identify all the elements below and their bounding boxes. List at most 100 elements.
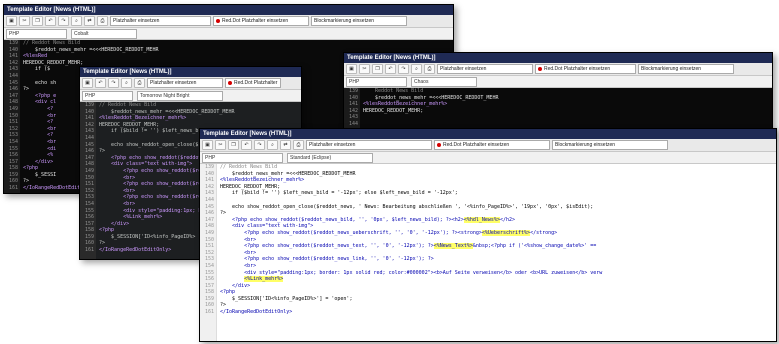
window-title: Template Editor [News (HTML)] <box>4 5 453 15</box>
line-number: 147 <box>204 216 214 223</box>
code-line: <div class="text with-img"> <box>220 223 314 230</box>
block-select[interactable]: Blockmarkierung einsetzen <box>638 64 734 74</box>
code-line: ?> <box>220 302 227 309</box>
cut-icon[interactable]: ✂ <box>359 64 370 74</box>
code-line: <%Link_mehr%> <box>220 276 776 283</box>
undo-icon[interactable]: ↶ <box>241 140 252 150</box>
placeholder-highlight: <%hdl_News%> <box>463 216 500 223</box>
line-number: 149 <box>84 167 94 174</box>
line-number: 141 <box>8 53 18 60</box>
save-icon[interactable]: ▣ <box>202 140 213 150</box>
search-icon[interactable]: ⌕ <box>411 64 422 74</box>
code-line: // Reddot News Bild <box>23 40 81 46</box>
line-number: 161 <box>8 185 18 192</box>
line-number: 141 <box>84 115 94 122</box>
placeholder-select[interactable]: Platzhalter einsetzen <box>306 140 432 150</box>
replace-icon[interactable]: ⇄ <box>280 140 291 150</box>
reddot-icon <box>437 143 441 147</box>
redo-icon[interactable]: ↷ <box>58 16 69 26</box>
line-number: 151 <box>84 181 94 188</box>
search-icon[interactable]: ⌕ <box>267 140 278 150</box>
line-number: 155 <box>8 145 18 152</box>
line-number: 148 <box>8 99 18 106</box>
placeholder-select[interactable]: Platzhalter einsetzen <box>147 78 223 88</box>
print-icon[interactable]: ⎙ <box>424 64 435 74</box>
code-editor[interactable]: 139 140 141 142 143 144 145 146 147 148 149 150 151 1… <box>200 164 776 341</box>
undo-icon[interactable]: ↶ <box>385 64 396 74</box>
undo-icon[interactable]: ↶ <box>95 78 106 88</box>
redo-icon[interactable]: ↷ <box>254 140 265 150</box>
line-number: 146 <box>84 148 94 155</box>
language-select[interactable]: PHP <box>346 76 407 87</box>
language-select[interactable]: PHP <box>6 28 67 39</box>
theme-select[interactable]: Cobalt <box>71 28 137 39</box>
reddot-icon <box>216 19 220 23</box>
theme-select[interactable]: Standard (Eclipse) <box>287 152 373 163</box>
reddot-placeholder-select[interactable]: Red.Dot Platzhalter einsetzen <box>213 16 309 26</box>
line-number: 161 <box>204 309 214 316</box>
copy-icon[interactable]: ❐ <box>228 140 239 150</box>
options-bar: PHP Standard (Eclipse) <box>200 152 776 164</box>
cut-icon[interactable]: ✂ <box>215 140 226 150</box>
line-number: 142 <box>84 121 94 128</box>
search-icon[interactable]: ⌕ <box>121 78 132 88</box>
reddot-placeholder-select[interactable]: Red.Dot Platzhalter einsetzen <box>434 140 550 150</box>
theme-label: Chaos <box>414 78 429 85</box>
save-icon[interactable]: ▣ <box>346 64 357 74</box>
line-number: 139 <box>348 88 358 94</box>
line-number: 143 <box>348 114 358 121</box>
line-number: 148 <box>204 223 214 230</box>
placeholder-highlight: <%Link_mehr%> <box>244 276 284 283</box>
language-select[interactable]: PHP <box>82 90 133 101</box>
code-line: $reddot_news_mehr =<<<HEREDOC_REDDOT_MEH… <box>363 94 499 101</box>
line-number: 150 <box>84 174 94 181</box>
reddot-placeholder-select[interactable]: Red.Dot Platzhalter <box>225 78 281 88</box>
undo-icon[interactable]: ↶ <box>45 16 56 26</box>
toolbar: ▣ ✂ ❐ ↶ ↷ ⌕ ⇄ ⎙ Platzhalter einsetzen Re… <box>200 139 776 152</box>
print-icon[interactable]: ⎙ <box>293 140 304 150</box>
save-icon[interactable]: ▣ <box>6 16 17 26</box>
replace-icon[interactable]: ⇄ <box>84 16 95 26</box>
options-bar: PHP Cobalt <box>4 28 453 40</box>
print-icon[interactable]: ⎙ <box>134 78 145 88</box>
print-icon[interactable]: ⎙ <box>97 16 108 26</box>
save-icon[interactable]: ▣ <box>82 78 93 88</box>
placeholder-select[interactable]: Platzhalter einsetzen <box>437 64 533 74</box>
copy-icon[interactable]: ❐ <box>372 64 383 74</box>
code-line: <?php echo show_reddot($reddot_news_text… <box>220 243 597 250</box>
line-number: 159 <box>8 171 18 178</box>
code-line: </div> <box>220 282 251 289</box>
copy-icon[interactable]: ❐ <box>32 16 43 26</box>
code-line: <br> <box>220 262 257 269</box>
language-label: PHP <box>205 154 216 161</box>
line-number: 146 <box>204 210 214 217</box>
code-line: </IoRangeRedDotEditOnly> <box>220 309 293 316</box>
line-number: 156 <box>8 152 18 159</box>
code-line: $reddot_news_mehr =<<<HEREDOC_REDDOT_MEH… <box>99 108 235 115</box>
search-icon[interactable]: ⌕ <box>71 16 82 26</box>
code-line: <br> <box>220 249 257 256</box>
redo-icon[interactable]: ↷ <box>398 64 409 74</box>
toolbar: ▣ ✂ ❐ ↶ ↷ ⌕ ⇄ ⎙ Platzhalter einsetzen Re… <box>4 15 453 28</box>
code-area[interactable]: // Reddot News Bild $reddot_news_mehr =<… <box>217 164 776 341</box>
language-select[interactable]: PHP <box>202 152 283 163</box>
code-line: $reddot_news_mehr =<<<HEREDOC_REDDOT_MEH… <box>220 170 356 177</box>
code-line: // Reddot News Bild <box>99 102 157 108</box>
theme-select[interactable]: Tomorrow Night Bright <box>137 90 223 101</box>
redo-icon[interactable]: ↷ <box>108 78 119 88</box>
line-number: 152 <box>8 125 18 132</box>
theme-select[interactable]: Chaos <box>411 76 477 87</box>
theme-label: Cobalt <box>74 30 89 37</box>
code-line: ?> <box>220 210 227 217</box>
block-select[interactable]: Blockmarkierung einsetzen <box>311 16 407 26</box>
cut-icon[interactable]: ✂ <box>19 16 30 26</box>
line-number: 139 <box>84 102 94 108</box>
line-number: 143 <box>84 128 94 135</box>
line-number: 143 <box>204 190 214 197</box>
reddot-placeholder-select[interactable]: Red.Dot Platzhalter einsetzen <box>535 64 636 74</box>
line-number: 139 <box>204 164 214 170</box>
placeholder-select[interactable]: Platzhalter einsetzen <box>110 16 211 26</box>
line-numbers: 139 140 141 142 143 144 145 146 147 148 149 150 151 1… <box>80 102 96 259</box>
block-select[interactable]: Blockmarkierung einsetzen <box>552 140 668 150</box>
code-line: <%lesReddot_Bezeichner_mehr%> <box>99 115 187 122</box>
